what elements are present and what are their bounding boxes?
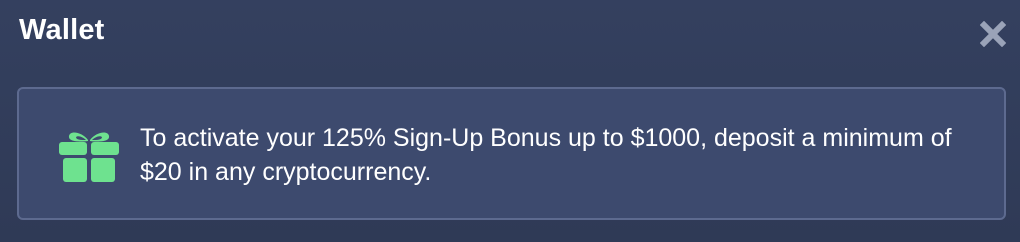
close-button[interactable]: [980, 21, 1006, 47]
bonus-banner: To activate your 125% Sign-Up Bonus up t…: [17, 87, 1006, 220]
modal-title: Wallet: [19, 14, 105, 46]
wallet-modal: Wallet To activate your 125% Sign-Up Bon…: [0, 0, 1020, 242]
gift-icon: [56, 128, 122, 184]
close-icon: [980, 21, 1006, 47]
bonus-message: To activate your 125% Sign-Up Bonus up t…: [140, 124, 952, 186]
